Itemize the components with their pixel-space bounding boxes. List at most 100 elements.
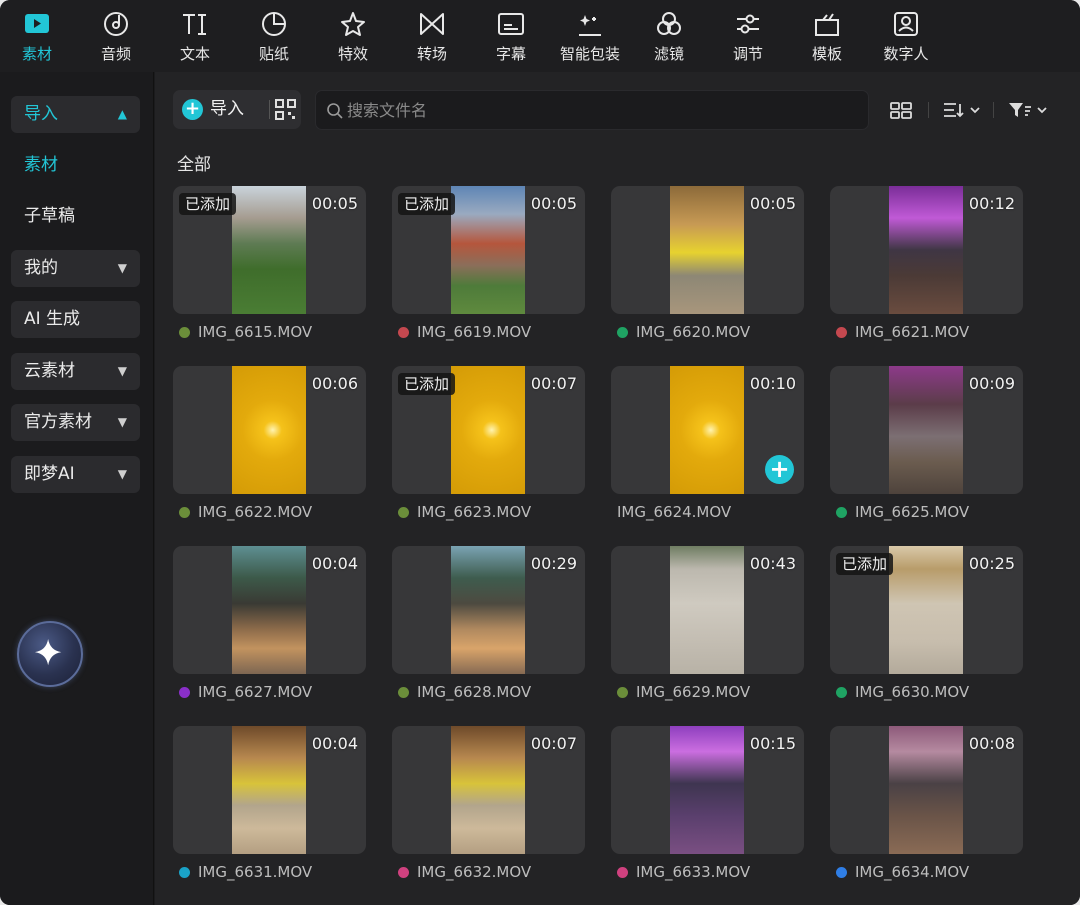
- video-frame-image: [889, 546, 963, 674]
- media-thumbnail[interactable]: 已添加 00:05: [173, 186, 366, 314]
- media-thumbnail[interactable]: 已添加 00:05: [392, 186, 585, 314]
- media-card[interactable]: 00:15 IMG_6633.MOV: [611, 726, 804, 898]
- file-name: IMG_6633.MOV: [617, 863, 750, 881]
- media-thumbnail[interactable]: 已添加 00:07: [392, 366, 585, 494]
- media-card[interactable]: 00:04 IMG_6631.MOV: [173, 726, 366, 898]
- sidebar-item-jimeng-ai[interactable]: 即梦AI ▼: [11, 456, 140, 493]
- tool-label: 贴纸: [258, 45, 289, 63]
- tool-subtitle[interactable]: 字幕: [471, 0, 551, 72]
- video-frame-image: [670, 366, 744, 494]
- sidebar-item-import[interactable]: 导入 ▲: [11, 96, 140, 133]
- tool-digital-human[interactable]: 数字人: [866, 0, 946, 72]
- media-thumbnail[interactable]: 00:15: [611, 726, 804, 854]
- duration-label: 00:43: [749, 554, 796, 573]
- sort-icon[interactable]: [941, 99, 983, 121]
- file-name-text: IMG_6625.MOV: [855, 503, 970, 521]
- sidebar-item-cloud[interactable]: 云素材 ▼: [11, 353, 140, 390]
- media-card[interactable]: 00:43 IMG_6629.MOV: [611, 546, 804, 718]
- duration-label: 00:15: [749, 734, 796, 753]
- media-card[interactable]: 00:04 IMG_6627.MOV: [173, 546, 366, 718]
- media-thumbnail[interactable]: 00:07: [392, 726, 585, 854]
- media-card[interactable]: 已添加 00:05 IMG_6615.MOV: [173, 186, 366, 358]
- media-thumbnail[interactable]: 00:09: [830, 366, 1023, 494]
- sidebar: 导入 ▲ 素材 子草稿 我的 ▼ AI 生成 云素材 ▼ 官方素材 ▼ 即梦AI…: [0, 72, 154, 905]
- tool-media[interactable]: 素材: [0, 0, 77, 72]
- tool-transition[interactable]: 转场: [392, 0, 472, 72]
- search-box: [315, 90, 869, 130]
- tool-adjust[interactable]: 调节: [708, 0, 788, 72]
- media-card[interactable]: 已添加 00:07 IMG_6623.MOV: [392, 366, 585, 538]
- media-thumbnail[interactable]: 00:06: [173, 366, 366, 494]
- tool-text[interactable]: 文本: [155, 0, 235, 72]
- color-tag-dot: [617, 867, 628, 878]
- divider: [928, 102, 929, 118]
- sidebar-item-label: 素材: [24, 155, 58, 175]
- ai-assistant-button[interactable]: [17, 621, 83, 687]
- media-thumbnail[interactable]: 00:05: [611, 186, 804, 314]
- media-thumbnail[interactable]: 已添加 00:25: [830, 546, 1023, 674]
- media-card[interactable]: 00:12 IMG_6621.MOV: [830, 186, 1023, 358]
- media-card[interactable]: 00:10 + IMG_6624.MOV: [611, 366, 804, 538]
- add-to-timeline-button[interactable]: +: [765, 455, 794, 484]
- grid-view-icon[interactable]: [889, 99, 913, 121]
- sidebar-item-sub-draft[interactable]: 子草稿: [11, 198, 140, 235]
- duration-label: 00:06: [311, 374, 358, 393]
- media-card[interactable]: 00:29 IMG_6628.MOV: [392, 546, 585, 718]
- search-input[interactable]: [347, 91, 847, 129]
- media-play-icon: [25, 14, 49, 33]
- color-tag-dot: [398, 507, 409, 518]
- file-name: IMG_6634.MOV: [836, 863, 969, 881]
- section-title: 全部: [177, 155, 211, 175]
- media-card[interactable]: 00:07 IMG_6632.MOV: [392, 726, 585, 898]
- import-button[interactable]: + 导入: [173, 90, 301, 129]
- duration-label: 00:10: [749, 374, 796, 393]
- color-tag-dot: [836, 327, 847, 338]
- tool-label: 文本: [179, 45, 210, 63]
- media-card[interactable]: 00:08 IMG_6634.MOV: [830, 726, 1023, 898]
- tool-template[interactable]: 模板: [787, 0, 867, 72]
- media-thumbnail[interactable]: 00:12: [830, 186, 1023, 314]
- qr-code-icon[interactable]: [275, 99, 296, 120]
- plus-icon: +: [182, 99, 203, 120]
- video-frame-image: [889, 186, 963, 314]
- media-card[interactable]: 00:09 IMG_6625.MOV: [830, 366, 1023, 538]
- color-tag-dot: [398, 687, 409, 698]
- tool-smart-package[interactable]: 智能包装: [550, 0, 630, 72]
- added-badge: 已添加: [398, 373, 456, 395]
- media-thumbnail[interactable]: 00:29: [392, 546, 585, 674]
- file-name-text: IMG_6627.MOV: [198, 683, 313, 701]
- duration-label: 00:04: [311, 734, 358, 753]
- media-thumbnail[interactable]: 00:43: [611, 546, 804, 674]
- app-window: 素材 音频 文本 贴纸 特效 转场 字幕 智能包装 滤镜 调节 模板 数字人 导…: [0, 0, 1080, 905]
- sidebar-item-mine[interactable]: 我的 ▼: [11, 250, 140, 287]
- chevron-down-icon: ▼: [117, 261, 127, 275]
- sidebar-item-media[interactable]: 素材: [11, 147, 140, 184]
- sparkle-icon: [34, 638, 62, 666]
- tool-label: 转场: [416, 45, 447, 63]
- filter-icon[interactable]: [1006, 99, 1050, 121]
- media-thumbnail[interactable]: 00:04: [173, 726, 366, 854]
- tool-audio[interactable]: 音频: [76, 0, 156, 72]
- tool-label: 字幕: [495, 45, 526, 63]
- tool-effects[interactable]: 特效: [313, 0, 393, 72]
- duration-label: 00:05: [311, 194, 358, 213]
- tool-sticker[interactable]: 贴纸: [234, 0, 314, 72]
- media-card[interactable]: 00:06 IMG_6622.MOV: [173, 366, 366, 538]
- media-card[interactable]: 已添加 00:25 IMG_6630.MOV: [830, 546, 1023, 718]
- file-name: IMG_6620.MOV: [617, 323, 750, 341]
- tool-label: 智能包装: [559, 45, 620, 63]
- color-tag-dot: [836, 687, 847, 698]
- media-card[interactable]: 00:05 IMG_6620.MOV: [611, 186, 804, 358]
- digital-human-icon: [894, 12, 918, 36]
- sidebar-item-ai-generate[interactable]: AI 生成: [11, 301, 140, 338]
- media-thumbnail[interactable]: 00:10 +: [611, 366, 804, 494]
- media-card[interactable]: 已添加 00:05 IMG_6619.MOV: [392, 186, 585, 358]
- subtitle-icon: [498, 13, 524, 35]
- tool-filter[interactable]: 滤镜: [629, 0, 709, 72]
- duration-label: 00:12: [968, 194, 1015, 213]
- file-name-text: IMG_6631.MOV: [198, 863, 313, 881]
- media-thumbnail[interactable]: 00:04: [173, 546, 366, 674]
- sidebar-item-official[interactable]: 官方素材 ▼: [11, 404, 140, 441]
- chevron-down-icon: ▼: [117, 364, 127, 378]
- media-thumbnail[interactable]: 00:08: [830, 726, 1023, 854]
